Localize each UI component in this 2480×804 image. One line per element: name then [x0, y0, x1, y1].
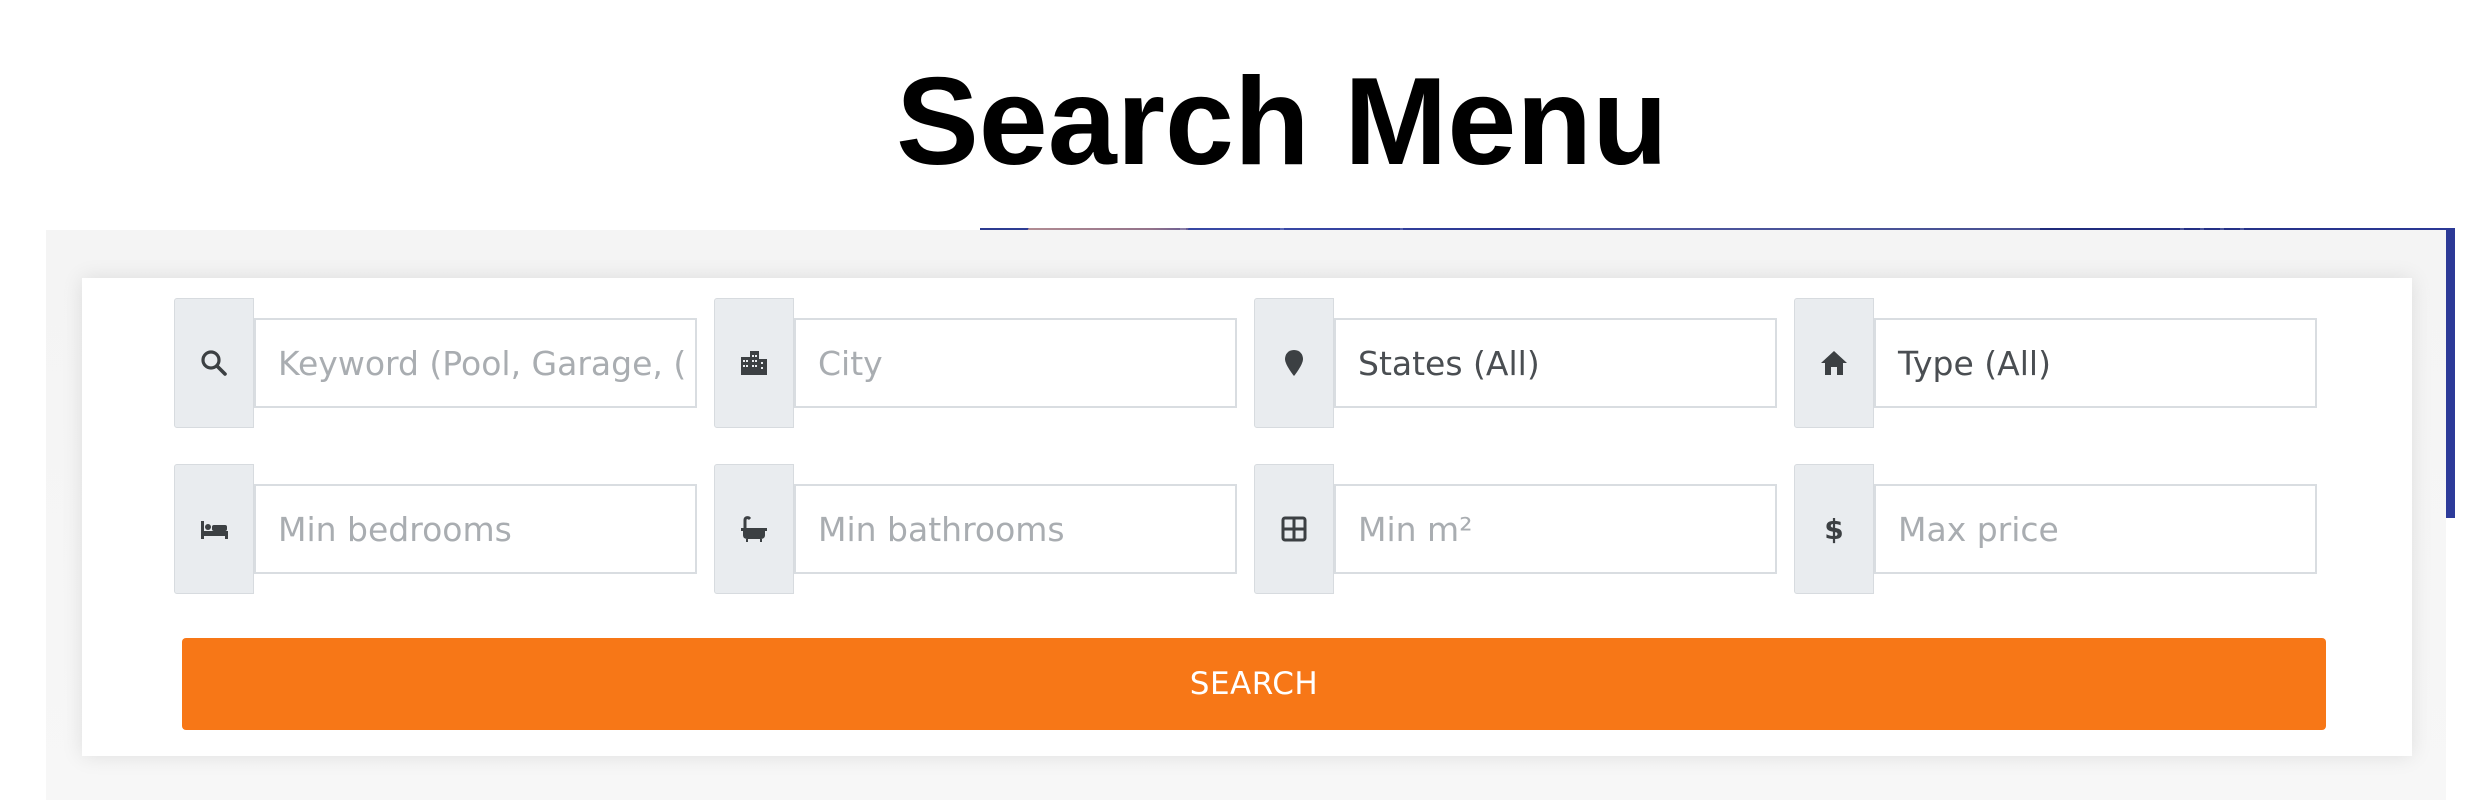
svg-text:$: $ [1824, 513, 1843, 545]
keyword-input[interactable]: Keyword (Pool, Garage, ( [254, 318, 697, 408]
min-bathrooms-input[interactable]: Min bathrooms [794, 484, 1237, 574]
search-button[interactable]: SEARCH [182, 638, 2326, 730]
bath-icon [714, 464, 794, 594]
type-select[interactable]: Type (All) [1874, 318, 2317, 408]
min-bedrooms-field: Min bedrooms [174, 464, 697, 594]
city-buildings-icon [714, 298, 794, 428]
search-panel: Keyword (Pool, Garage, ( City States (Al… [82, 278, 2412, 756]
area-grid-icon [1254, 464, 1334, 594]
max-price-input[interactable]: Max price [1874, 484, 2317, 574]
search-icon [174, 298, 254, 428]
min-bathrooms-field: Min bathrooms [714, 464, 1237, 594]
min-bedrooms-input[interactable]: Min bedrooms [254, 484, 697, 574]
page-title: Search Menu [896, 53, 1668, 191]
min-area-input[interactable]: Min m² [1334, 484, 1777, 574]
dollar-icon: $ [1794, 464, 1874, 594]
states-field: States (All) [1254, 298, 1777, 428]
keyword-field: Keyword (Pool, Garage, ( [174, 298, 697, 428]
home-icon [1794, 298, 1874, 428]
bed-icon [174, 464, 254, 594]
city-field: City [714, 298, 1237, 428]
min-area-field: Min m² [1254, 464, 1777, 594]
map-marker-icon [1254, 298, 1334, 428]
states-select[interactable]: States (All) [1334, 318, 1777, 408]
max-price-field: $ Max price [1794, 464, 2317, 594]
type-field: Type (All) [1794, 298, 2317, 428]
city-input[interactable]: City [794, 318, 1237, 408]
